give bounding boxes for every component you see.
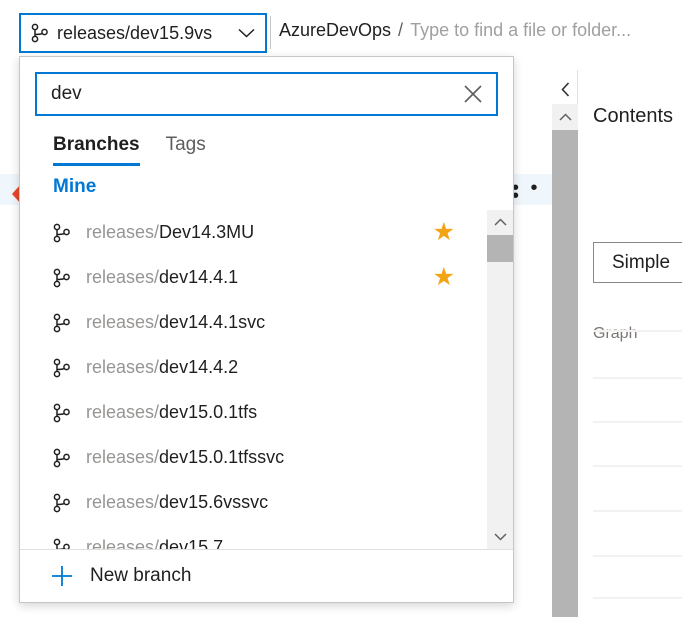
- list-separator: [593, 555, 682, 557]
- favorite-star-icon[interactable]: ★: [433, 265, 455, 290]
- view-mode-button[interactable]: Simple: [593, 242, 682, 283]
- branch-list-scrollbar[interactable]: [487, 210, 513, 549]
- chevron-up-icon: [558, 113, 572, 121]
- branch-item-label: releases/dev15.7: [86, 537, 224, 549]
- clear-search-icon[interactable]: [450, 74, 496, 114]
- branch-item-label: releases/dev14.4.1: [86, 267, 239, 287]
- branch-icon: [53, 268, 71, 288]
- chevron-down-icon: [493, 533, 507, 541]
- branch-list-item[interactable]: releases/dev15.6vssvc★: [20, 480, 487, 525]
- branch-search-input[interactable]: [37, 74, 450, 114]
- list-separator: [593, 421, 682, 423]
- branch-list-item[interactable]: releases/dev15.0.1tfs★: [20, 390, 487, 435]
- branch-picker-label: releases/dev15.9vs: [57, 22, 213, 43]
- list-separator: [593, 465, 682, 467]
- branch-list-scroll-down-button[interactable]: [487, 525, 513, 549]
- page-scrollbar-up-button[interactable]: [552, 104, 578, 130]
- page-scrollbar-thumb[interactable]: [552, 130, 578, 617]
- tab-branches[interactable]: Branches: [53, 134, 140, 166]
- tab-tags[interactable]: Tags: [166, 134, 206, 166]
- branch-picker-button[interactable]: releases/dev15.9vs: [19, 13, 267, 53]
- overflow-menu-button[interactable]: • • •: [512, 178, 546, 206]
- top-toolbar: releases/dev15.9vs AzureDevOps / Type to…: [0, 0, 682, 56]
- branch-icon: [53, 358, 71, 378]
- branch-list-item[interactable]: releases/dev15.0.1tfssvc★: [20, 435, 487, 480]
- dropdown-tabs: Branches Tags: [53, 134, 513, 166]
- branch-item-label: releases/dev15.0.1tfssvc: [86, 447, 285, 467]
- toolbar-divider: [270, 16, 271, 49]
- branch-list[interactable]: releases/Dev14.3MU ★ releases/dev14.4.1 ★ …: [20, 210, 487, 549]
- plus-icon: [50, 564, 74, 588]
- chevron-up-icon: [493, 218, 507, 226]
- branch-icon: [31, 23, 49, 43]
- branch-icon: [53, 403, 71, 423]
- branch-item-label: releases/dev15.6vssvc: [86, 492, 269, 512]
- branch-item-label: releases/Dev14.3MU: [86, 222, 255, 242]
- branch-icon: [53, 223, 71, 243]
- new-branch-label: New branch: [90, 565, 192, 586]
- breadcrumb-repo[interactable]: AzureDevOps: [279, 20, 391, 41]
- branch-item-label: releases/dev14.4.1svc: [86, 312, 266, 332]
- contents-title: Contents: [593, 105, 674, 127]
- list-separator: [593, 510, 682, 512]
- list-separator: [593, 330, 682, 332]
- collapse-panel-button[interactable]: [552, 76, 578, 102]
- list-separator: [593, 597, 682, 599]
- branch-icon: [53, 493, 71, 513]
- branch-list-item[interactable]: releases/dev14.4.1 ★: [20, 255, 487, 300]
- favorite-star-icon[interactable]: ★: [433, 220, 455, 245]
- branch-list-scroll-up-button[interactable]: [487, 210, 513, 234]
- branch-icon: [53, 538, 71, 549]
- branch-item-label: releases/dev14.4.2: [86, 357, 239, 377]
- branch-item-label: releases/dev15.0.1tfs: [86, 402, 258, 422]
- breadcrumb-separator: /: [398, 20, 404, 40]
- breadcrumb: AzureDevOps / Type to find a file or fol…: [279, 20, 631, 41]
- graph-column-label: Graph: [593, 325, 638, 342]
- branch-search-box[interactable]: [35, 72, 498, 116]
- branch-list-item[interactable]: releases/Dev14.3MU ★: [20, 210, 487, 255]
- branch-list-item[interactable]: releases/dev14.4.2★: [20, 345, 487, 390]
- branch-picker-dropdown: Branches Tags Mine releases/Dev14.3MU ★ r…: [19, 56, 514, 603]
- branch-list-scrollbar-thumb[interactable]: [487, 235, 513, 262]
- file-search-placeholder[interactable]: Type to find a file or folder...: [410, 20, 631, 41]
- branch-list-region: Mine releases/Dev14.3MU ★ releases/dev14.…: [20, 166, 513, 549]
- app-root: • • • CodeReview Contents Simple Graph: [0, 0, 682, 617]
- chevron-left-icon: [560, 81, 569, 97]
- branch-group-header: Mine: [53, 176, 97, 197]
- new-branch-button[interactable]: New branch: [20, 549, 513, 602]
- branch-icon: [53, 313, 71, 333]
- chevron-down-icon: [238, 28, 255, 38]
- branch-list-item[interactable]: releases/dev15.7★: [20, 525, 487, 549]
- list-separator: [593, 377, 682, 379]
- contents-pane: Contents Simple Graph: [579, 70, 682, 617]
- branch-list-item[interactable]: releases/dev14.4.1svc★: [20, 300, 487, 345]
- page-scrollbar[interactable]: [552, 104, 578, 617]
- branch-icon: [53, 448, 71, 468]
